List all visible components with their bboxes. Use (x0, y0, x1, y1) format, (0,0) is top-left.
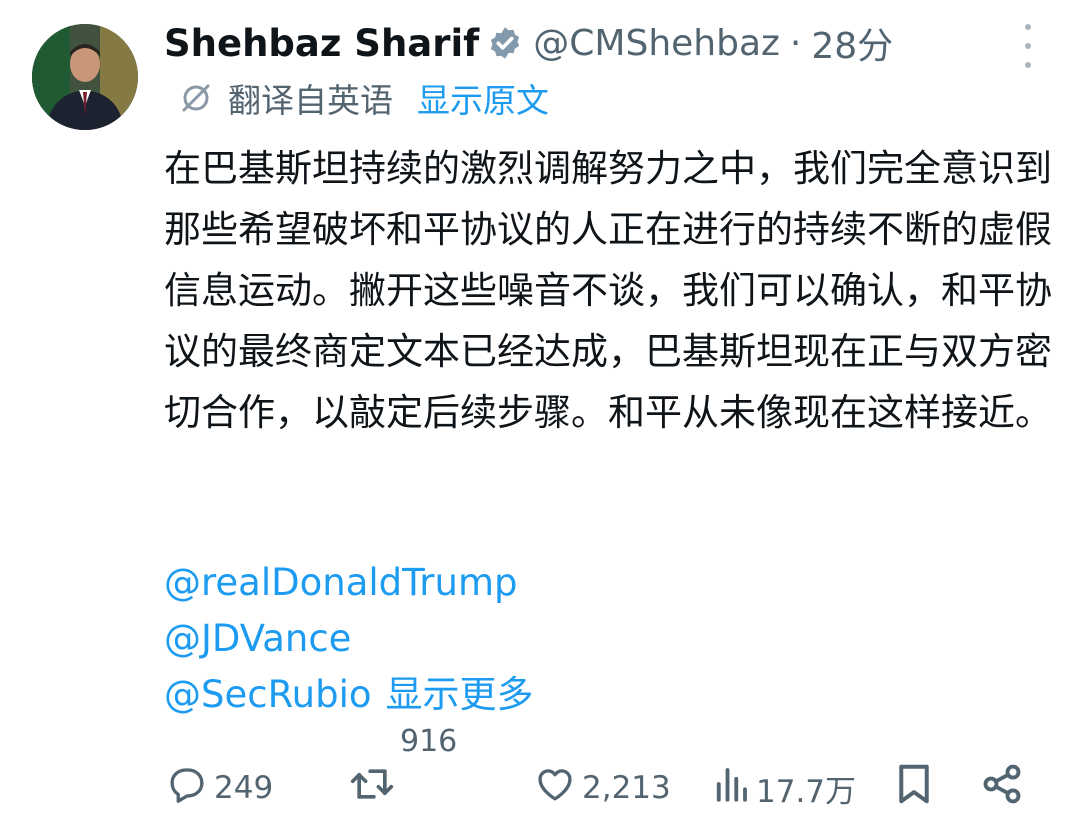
like-icon (534, 763, 576, 813)
mention-link[interactable]: @realDonaldTrump (164, 555, 518, 611)
author-handle[interactable]: @CMShehbaz (533, 23, 780, 64)
translate-icon (178, 80, 214, 116)
show-more-link[interactable]: 显示更多 (386, 673, 534, 716)
verified-badge-icon (487, 25, 523, 61)
reply-icon (166, 763, 208, 813)
like-button[interactable]: 2,213 (534, 760, 671, 816)
bookmark-button[interactable] (894, 760, 934, 816)
views-button[interactable]: 17.7万 (712, 760, 856, 816)
tweet-header: Shehbaz Sharif @CMShehbaz · 28分 (164, 18, 990, 68)
tweet-text: 在巴基斯坦持续的激烈调解努力之中，我们完全意识到那些希望破坏和平协议的人正在进行… (164, 147, 1052, 434)
share-icon (980, 762, 1024, 814)
repost-button[interactable] (348, 760, 396, 816)
post-time[interactable]: 28分 (811, 17, 893, 69)
mention-link[interactable]: @SecRubio (164, 673, 372, 716)
bookmark-icon (894, 762, 934, 814)
show-original-link[interactable]: 显示原文 (417, 74, 549, 122)
repost-icon (348, 762, 396, 814)
avatar-image (32, 24, 138, 130)
views-icon (712, 763, 750, 813)
repost-count: 916 (400, 724, 458, 759)
more-vertical-icon[interactable] (1010, 24, 1046, 68)
mention-link[interactable]: @JDVance (164, 611, 351, 667)
reply-button[interactable]: 249 (166, 760, 273, 816)
translation-label: 翻译自英语 (228, 81, 393, 120)
share-button[interactable] (980, 760, 1024, 816)
like-count: 2,213 (582, 770, 671, 806)
author-name[interactable]: Shehbaz Sharif (164, 22, 479, 65)
reply-count: 249 (214, 770, 274, 806)
view-count: 17.7万 (756, 773, 857, 810)
translation-bar: 翻译自英语 显示原文 (178, 74, 549, 122)
header-separator: · (789, 22, 802, 64)
avatar[interactable] (32, 24, 138, 130)
mention-row: @SecRubio 显示更多 (164, 667, 534, 723)
